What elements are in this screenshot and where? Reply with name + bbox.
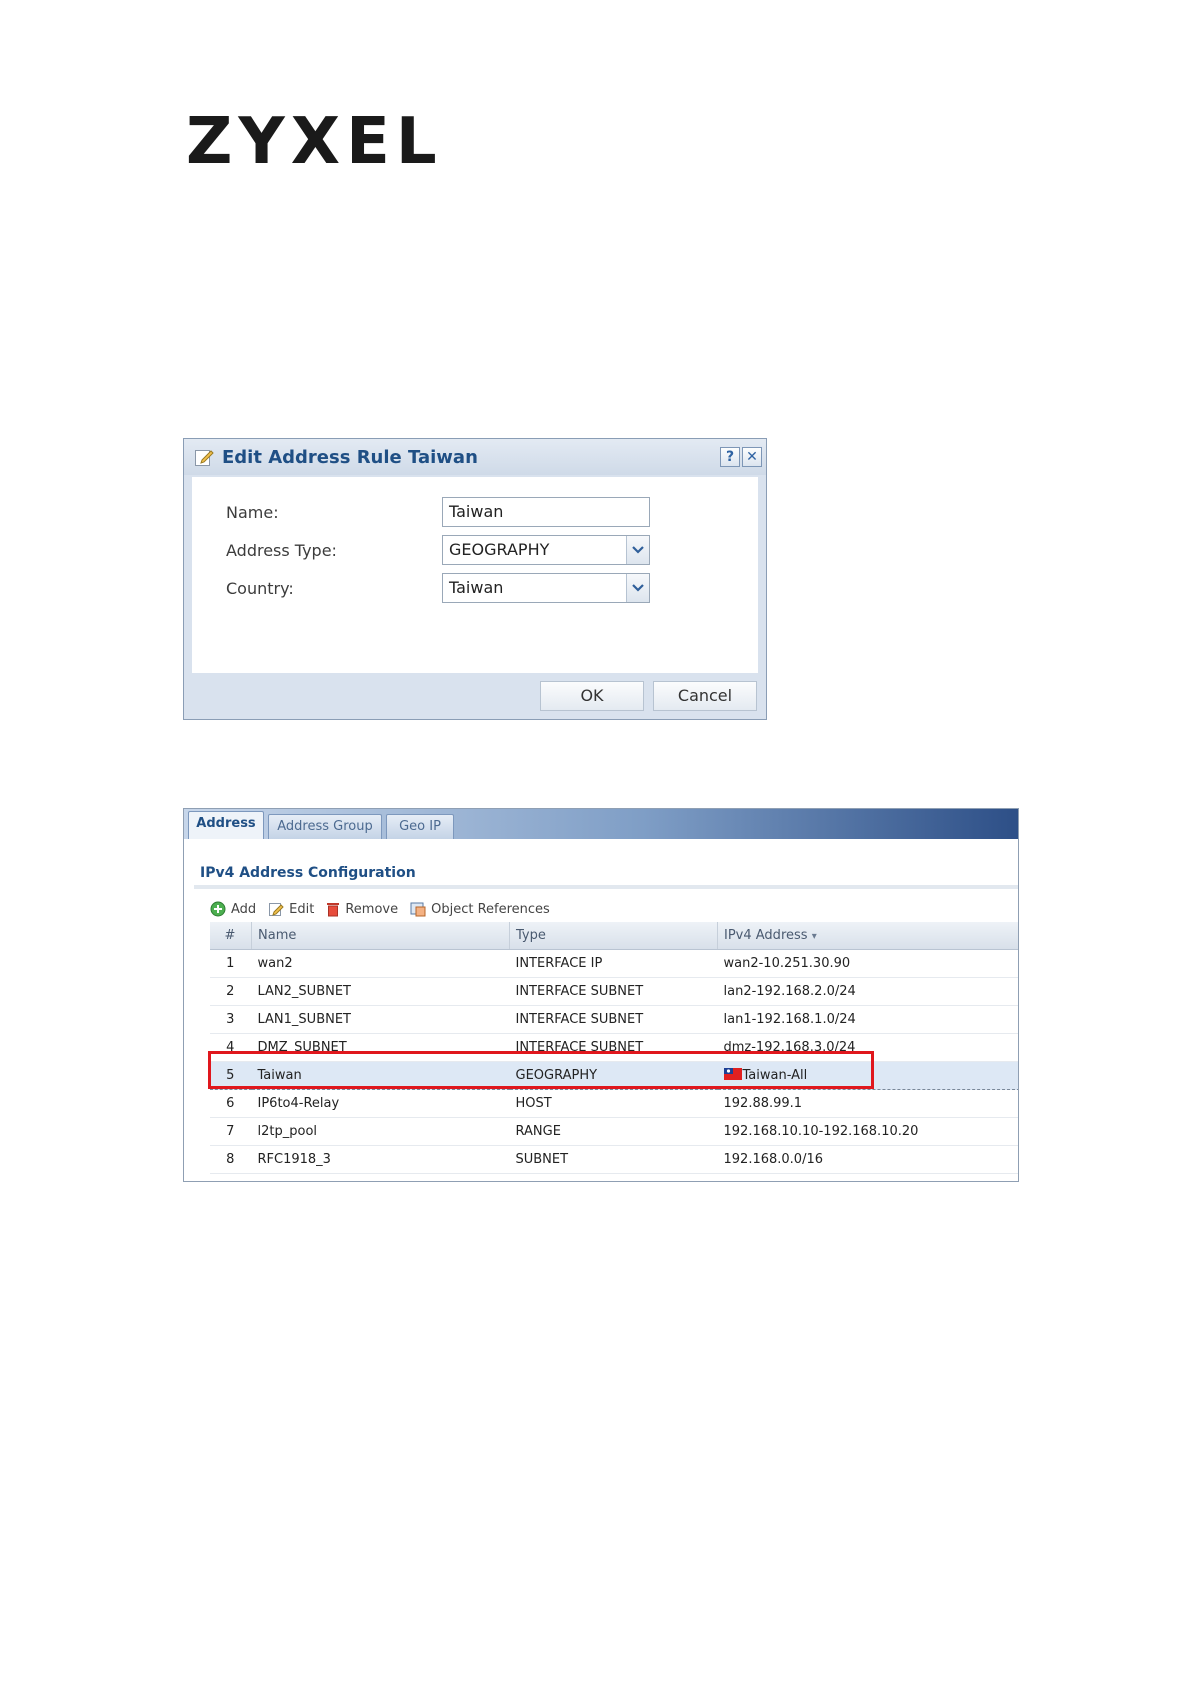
section-title: IPv4 Address Configuration xyxy=(200,865,416,881)
row-number: 5 xyxy=(210,1061,252,1090)
address-type-row: Address Type: GEOGRAPHY xyxy=(226,535,650,565)
table-row[interactable]: 6 IP6to4-Relay HOST 192.88.99.1 xyxy=(210,1089,1018,1118)
taiwan-flag-icon xyxy=(723,1068,742,1080)
address-type-label: Address Type: xyxy=(226,540,337,560)
column-header-name[interactable]: Name xyxy=(251,922,510,950)
row-type: SUBNET xyxy=(509,1145,718,1174)
dialog-title: Edit Address Rule Taiwan xyxy=(222,446,478,468)
row-type: INTERFACE IP xyxy=(509,949,718,978)
row-type: INTERFACE SUBNET xyxy=(509,977,718,1006)
table-row[interactable]: 7 l2tp_pool RANGE 192.168.10.10-192.168.… xyxy=(210,1117,1018,1146)
remove-button[interactable]: Remove xyxy=(326,901,398,917)
country-value: Taiwan xyxy=(449,578,504,597)
remove-label: Remove xyxy=(345,901,399,917)
row-name: IP6to4-Relay xyxy=(251,1089,510,1118)
add-label: Add xyxy=(231,901,257,917)
row-address: 192.88.99.1 xyxy=(717,1089,1018,1118)
row-number: 2 xyxy=(210,977,252,1006)
zyxel-logo: ZYXEL xyxy=(186,105,443,179)
row-number: 3 xyxy=(210,1005,252,1034)
row-name: LAN2_SUBNET xyxy=(251,977,510,1006)
row-name: l2tp_pool xyxy=(251,1117,510,1146)
help-icon[interactable]: ? xyxy=(720,447,740,467)
dialog-body: Name: Taiwan Address Type: GEOGRAPHY Cou… xyxy=(192,477,758,673)
row-address-text: Taiwan-All xyxy=(742,1068,808,1083)
row-address: 172.16.0.0/12 xyxy=(717,1173,1018,1181)
edit-button[interactable]: Edit xyxy=(268,901,314,917)
edit-label: Edit xyxy=(289,901,315,917)
address-type-value: GEOGRAPHY xyxy=(449,540,550,559)
table-header-row: # Name Type IPv4 Address ▾ xyxy=(210,922,1018,950)
address-table: # Name Type IPv4 Address ▾ 1 wan2 INTERF… xyxy=(210,922,1018,1181)
row-name: LAN1_SUBNET xyxy=(251,1005,510,1034)
column-header-number[interactable]: # xyxy=(210,922,252,950)
row-address: lan1-192.168.1.0/24 xyxy=(717,1005,1018,1034)
row-type: GEOGRAPHY xyxy=(509,1061,718,1090)
tab-geo-ip[interactable]: Geo IP xyxy=(386,814,454,839)
table-row[interactable]: 3 LAN1_SUBNET INTERFACE SUBNET lan1-192.… xyxy=(210,1005,1018,1034)
add-icon xyxy=(210,901,226,917)
name-row: Name: Taiwan xyxy=(226,497,650,527)
edit-pencil-icon xyxy=(195,450,214,466)
country-row: Country: Taiwan xyxy=(226,573,650,603)
row-address: wan2-10.251.30.90 xyxy=(717,949,1018,978)
toolbar: Add Edit Remove Object References xyxy=(210,897,562,921)
object-references-icon xyxy=(410,902,426,917)
row-number: 8 xyxy=(210,1145,252,1174)
cancel-button[interactable]: Cancel xyxy=(653,681,757,711)
row-number: 6 xyxy=(210,1089,252,1118)
row-number: 1 xyxy=(210,949,252,978)
chevron-down-icon[interactable] xyxy=(626,536,649,564)
column-header-type[interactable]: Type xyxy=(509,922,718,950)
row-number: 4 xyxy=(210,1033,252,1062)
ok-button[interactable]: OK xyxy=(540,681,644,711)
address-type-select[interactable]: GEOGRAPHY xyxy=(442,535,650,565)
close-icon[interactable]: ✕ xyxy=(742,447,762,467)
trash-icon xyxy=(327,903,340,917)
row-name: wan2 xyxy=(251,949,510,978)
row-name: DMZ_SUBNET xyxy=(251,1033,510,1062)
add-button[interactable]: Add xyxy=(210,901,256,917)
row-type: INTERFACE SUBNET xyxy=(509,1033,718,1062)
name-label: Name: xyxy=(226,502,279,522)
row-name: RFC1918_3 xyxy=(251,1145,510,1174)
table-row[interactable]: 1 wan2 INTERFACE IP wan2-10.251.30.90 xyxy=(210,949,1018,978)
row-number: 7 xyxy=(210,1117,252,1146)
row-number: 9 xyxy=(210,1173,252,1181)
tab-address[interactable]: Address xyxy=(188,811,264,839)
row-address: dmz-192.168.3.0/24 xyxy=(717,1033,1018,1062)
address-configuration-panel: Address Address Group Geo IP IPv4 Addres… xyxy=(183,808,1019,1182)
row-type: HOST xyxy=(509,1089,718,1118)
table-row-selected[interactable]: 5 Taiwan GEOGRAPHY Taiwan-All xyxy=(210,1061,1018,1090)
country-select[interactable]: Taiwan xyxy=(442,573,650,603)
section-divider xyxy=(194,885,1018,889)
row-type: RANGE xyxy=(509,1117,718,1146)
column-header-ipv4-address[interactable]: IPv4 Address ▾ xyxy=(717,922,1018,950)
edit-icon xyxy=(269,903,284,916)
table-row[interactable]: 4 DMZ_SUBNET INTERFACE SUBNET dmz-192.16… xyxy=(210,1033,1018,1062)
table-row[interactable]: 8 RFC1918_3 SUBNET 192.168.0.0/16 xyxy=(210,1145,1018,1174)
row-address: 192.168.10.10-192.168.10.20 xyxy=(717,1117,1018,1146)
row-type: INTERFACE SUBNET xyxy=(509,1005,718,1034)
object-references-button[interactable]: Object References xyxy=(410,901,550,917)
table-row[interactable]: 9 RFC1918_2 SUBNET 172.16.0.0/12 xyxy=(210,1173,1018,1181)
row-name: Taiwan xyxy=(251,1061,510,1090)
table-row[interactable]: 2 LAN2_SUBNET INTERFACE SUBNET lan2-192.… xyxy=(210,977,1018,1006)
name-input[interactable]: Taiwan xyxy=(442,497,650,527)
tab-address-group[interactable]: Address Group xyxy=(268,814,382,839)
row-address: Taiwan-All xyxy=(717,1061,1018,1090)
row-type: SUBNET xyxy=(509,1173,718,1181)
country-label: Country: xyxy=(226,578,294,598)
tab-bar: Address Address Group Geo IP xyxy=(184,809,1018,839)
dialog-title-bar: Edit Address Rule Taiwan ? ✕ xyxy=(184,439,766,475)
object-references-label: Object References xyxy=(431,901,550,917)
row-address: lan2-192.168.2.0/24 xyxy=(717,977,1018,1006)
edit-address-rule-dialog: Edit Address Rule Taiwan ? ✕ Name: Taiwa… xyxy=(183,438,767,720)
ipv4-address-header-label: IPv4 Address xyxy=(724,928,808,943)
row-name: RFC1918_2 xyxy=(251,1173,510,1181)
sort-indicator-icon: ▾ xyxy=(811,931,817,942)
row-address: 192.168.0.0/16 xyxy=(717,1145,1018,1174)
chevron-down-icon[interactable] xyxy=(626,574,649,602)
